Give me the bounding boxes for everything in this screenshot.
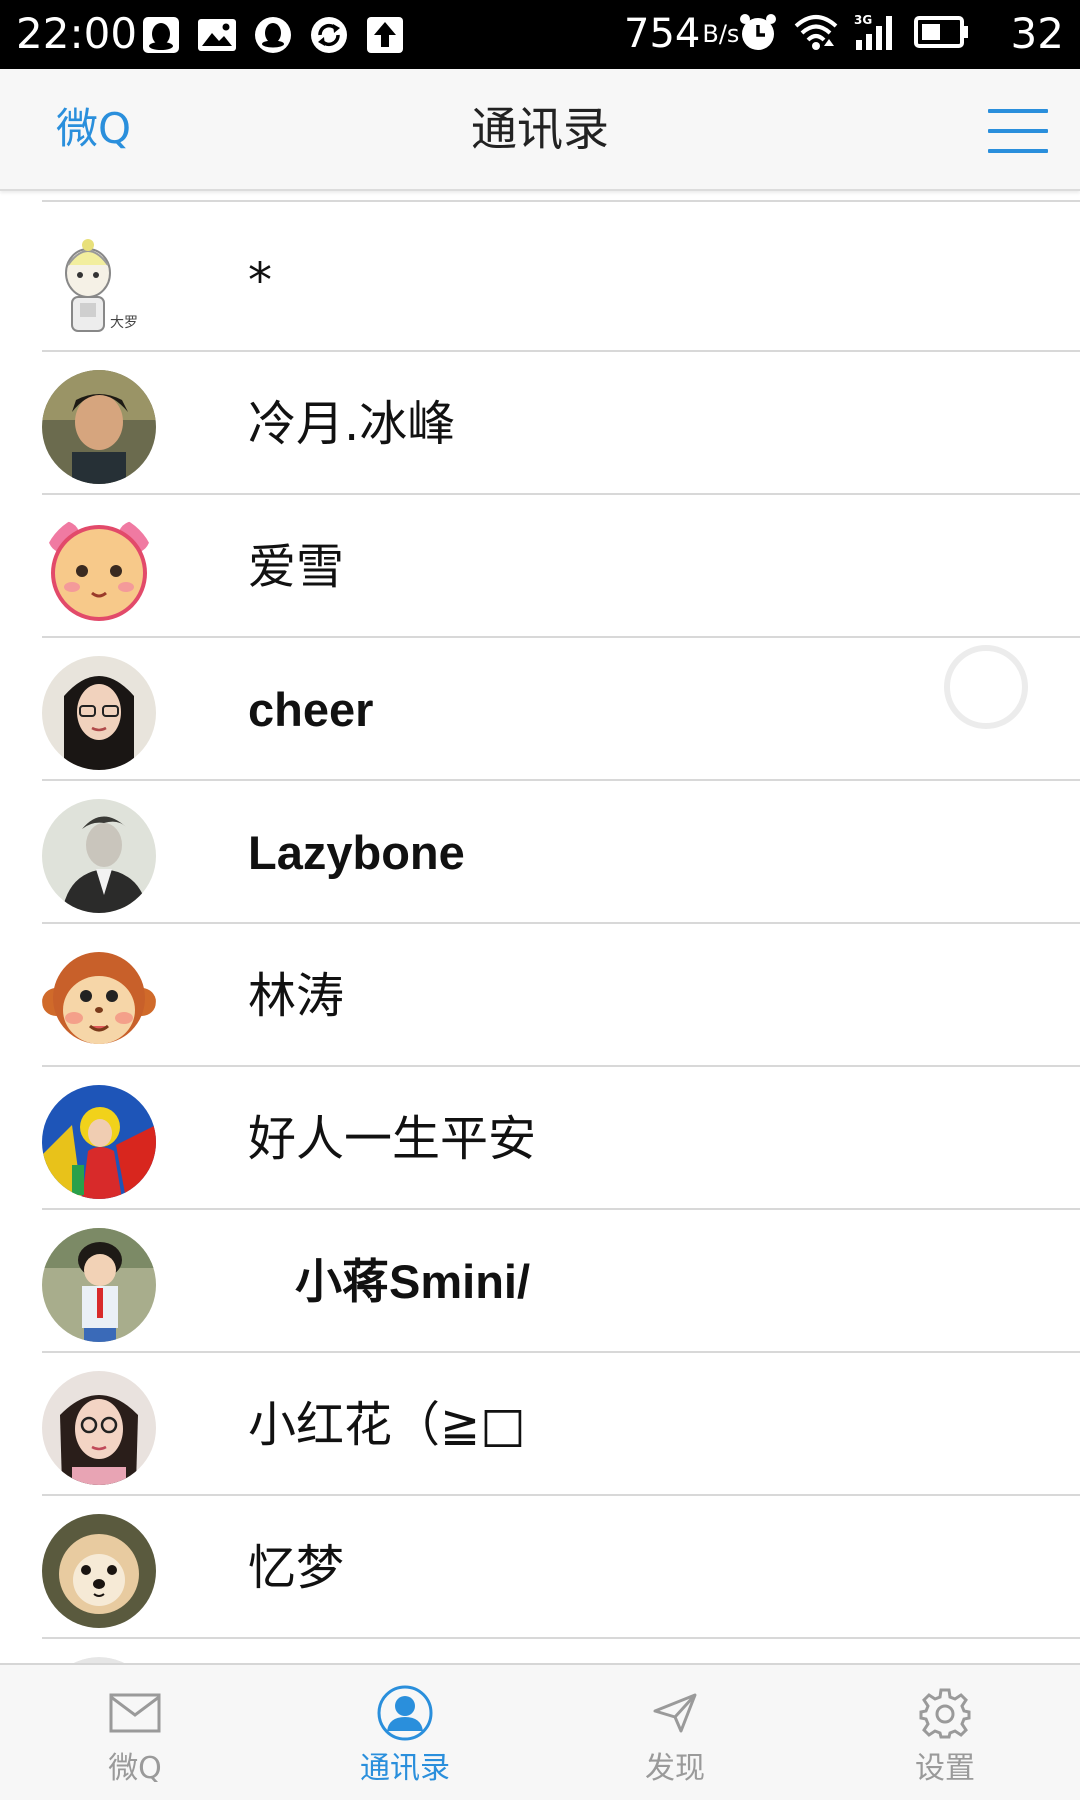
- list-item[interactable]: 冷月.冰峰: [0, 352, 1080, 495]
- list-item[interactable]: cheer: [0, 638, 1080, 781]
- gear-icon: [915, 1683, 975, 1743]
- contact-name: 冷月.冰峰: [248, 396, 456, 452]
- contact-name: 好人一生平安: [248, 1111, 537, 1167]
- qq-penguin-icon: [140, 14, 182, 56]
- battery-level: 32: [1010, 9, 1064, 58]
- system-icons: 3G: [738, 12, 970, 56]
- contact-name: cheer: [248, 683, 374, 736]
- cartoon-girl-avatar: 大罗: [42, 227, 156, 341]
- status-bar: 22:00 754B/s 3G 32: [0, 0, 1080, 69]
- contact-name: 小红花（≧□: [248, 1397, 526, 1453]
- nav-label: 微Q: [108, 1751, 162, 1786]
- alarm-icon: [738, 12, 778, 56]
- list-item[interactable]: Lazybone: [0, 781, 1080, 924]
- photo-avatar: [42, 799, 156, 913]
- nav-label: 发现: [645, 1751, 705, 1786]
- notification-icons: [140, 14, 406, 56]
- contact-name: 爱雪: [248, 539, 345, 595]
- hamburger-menu-icon[interactable]: [988, 105, 1048, 157]
- row-divider: [42, 200, 1080, 202]
- photo-avatar: [42, 1228, 156, 1342]
- photo-avatar: [42, 1371, 156, 1485]
- cartoon-face-avatar: [42, 513, 156, 627]
- floating-circle-button[interactable]: [944, 645, 1028, 729]
- nav-tab-contacts[interactable]: 通讯录: [270, 1665, 540, 1800]
- contact-list[interactable]: 大罗 * 冷月.冰峰 爱雪 cheer Lazybone 林涛 好人一生平安 小…: [0, 189, 1080, 1663]
- app-screen: 22:00 754B/s 3G 32 微Q 通讯录 大罗 * 冷月.冰峰 爱雪 …: [0, 0, 1080, 1800]
- page-title: 通讯录: [471, 102, 609, 156]
- mail-envelope-icon: [105, 1683, 165, 1743]
- list-item[interactable]: 小蒋Smini/: [0, 1210, 1080, 1353]
- list-item[interactable]: 林涛: [0, 924, 1080, 1067]
- bottom-nav: 微Q 通讯录 发现 设置: [0, 1663, 1080, 1800]
- photo-avatar: [42, 370, 156, 484]
- cartoon-monkey-avatar: [42, 942, 156, 1056]
- nav-tab-wq[interactable]: 微Q: [0, 1665, 270, 1800]
- photo-avatar: [42, 656, 156, 770]
- contact-name: *: [248, 253, 272, 309]
- battery-icon: [914, 15, 970, 53]
- list-item[interactable]: 爱雪: [0, 495, 1080, 638]
- net-speed: 754B/s: [624, 10, 739, 58]
- svg-text:3G: 3G: [854, 13, 872, 27]
- list-item[interactable]: 好人一生平安: [0, 1067, 1080, 1210]
- list-item-partial[interactable]: [0, 1639, 1080, 1663]
- photo-avatar: [42, 1085, 156, 1199]
- signal-3g-icon: 3G: [854, 12, 898, 56]
- gallery-icon: [196, 14, 238, 56]
- list-item[interactable]: 小红花（≧□: [0, 1353, 1080, 1496]
- wifi-icon: [794, 12, 838, 56]
- nav-tab-settings[interactable]: 设置: [810, 1665, 1080, 1800]
- net-speed-unit: B/s: [702, 20, 740, 48]
- sync-icon: [308, 14, 350, 56]
- upload-icon: [364, 14, 406, 56]
- list-item[interactable]: 大罗 *: [0, 209, 1080, 352]
- qq-alt-icon: [252, 14, 294, 56]
- status-time: 22:00: [16, 9, 138, 58]
- photo-dog-avatar: [42, 1514, 156, 1628]
- nav-label: 设置: [915, 1751, 975, 1786]
- app-header: 微Q 通讯录: [0, 69, 1080, 191]
- list-item[interactable]: 忆梦: [0, 1496, 1080, 1639]
- paper-plane-icon: [645, 1683, 705, 1743]
- nav-tab-discover[interactable]: 发现: [540, 1665, 810, 1800]
- net-speed-value: 754: [624, 11, 701, 57]
- svg-text:大罗: 大罗: [110, 315, 138, 331]
- contact-name: Lazybone: [248, 826, 465, 879]
- contact-name: 小蒋Smini/: [248, 1255, 531, 1308]
- contact-name: 忆梦: [248, 1540, 345, 1596]
- contact-person-icon: [375, 1683, 435, 1743]
- contact-name: 林涛: [248, 968, 345, 1024]
- nav-label: 通讯录: [360, 1751, 450, 1786]
